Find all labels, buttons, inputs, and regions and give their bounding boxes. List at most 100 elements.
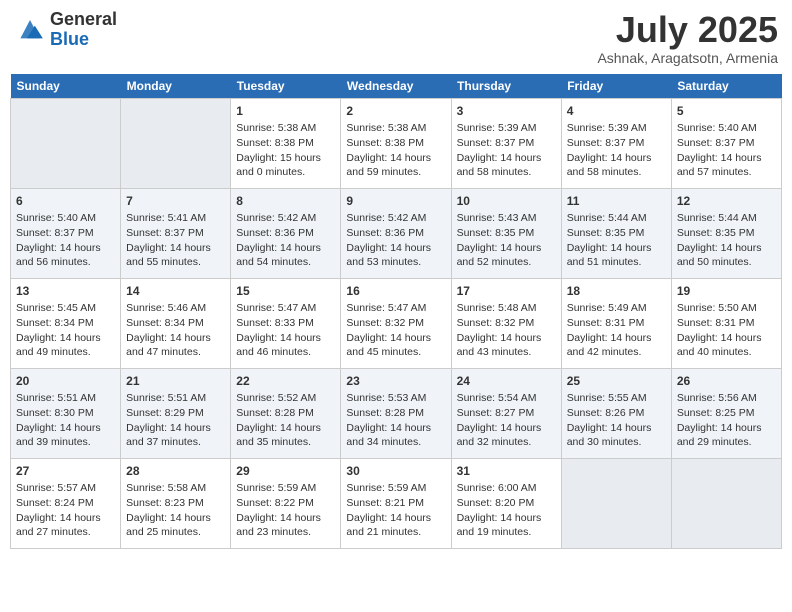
sunrise-text: Sunrise: 5:52 AM xyxy=(236,392,316,404)
day-number: 22 xyxy=(236,373,335,390)
day-number: 14 xyxy=(126,283,225,300)
calendar-cell: 18Sunrise: 5:49 AMSunset: 8:31 PMDayligh… xyxy=(561,278,671,368)
day-number: 19 xyxy=(677,283,776,300)
calendar-cell: 28Sunrise: 5:58 AMSunset: 8:23 PMDayligh… xyxy=(121,458,231,548)
daylight-text: Daylight: 14 hours and 52 minutes. xyxy=(457,242,542,269)
calendar-cell: 15Sunrise: 5:47 AMSunset: 8:33 PMDayligh… xyxy=(231,278,341,368)
calendar-cell: 21 Sunrise: 5:51 AM Sunset: 8:29 PM Dayligh… xyxy=(121,368,231,458)
calendar-cell xyxy=(671,458,781,548)
sunrise-text: Sunrise: 5:42 AM xyxy=(346,212,426,224)
daylight-text: Daylight: 14 hours and 58 minutes. xyxy=(567,152,652,179)
calendar-cell: 31Sunrise: 6:00 AMSunset: 8:20 PMDayligh… xyxy=(451,458,561,548)
day-number: 9 xyxy=(346,193,445,210)
header-monday: Monday xyxy=(121,74,231,99)
calendar-table: SundayMondayTuesdayWednesdayThursdayFrid… xyxy=(10,74,782,549)
sunrise-text: Sunrise: 5:50 AM xyxy=(677,302,757,314)
day-number: 17 xyxy=(457,283,556,300)
sunset-text: Sunset: 8:21 PM xyxy=(346,497,424,509)
day-number: 28 xyxy=(126,463,225,480)
sunrise-text: Sunrise: 5:39 AM xyxy=(567,122,647,134)
day-number: 21 xyxy=(126,373,225,390)
calendar-cell: 30 Sunrise: 5:59 AM Sunset: 8:21 PM Dayligh… xyxy=(341,458,451,548)
sunset-text: Sunset: 8:27 PM xyxy=(457,407,535,419)
sunset-text: Sunset: 8:35 PM xyxy=(567,227,645,239)
daylight-text: Daylight: 14 hours and 57 minutes. xyxy=(677,152,762,179)
daylight-text: Daylight: 14 hours and 29 minutes. xyxy=(677,422,762,449)
day-number: 27 xyxy=(16,463,115,480)
day-number: 8 xyxy=(236,193,335,210)
calendar-cell: 23Sunrise: 5:53 AMSunset: 8:28 PMDayligh… xyxy=(341,368,451,458)
sunrise-text: Sunrise: 5:49 AM xyxy=(567,302,647,314)
sunset-text: Sunset: 8:26 PM xyxy=(567,407,645,419)
day-number: 2 xyxy=(346,103,445,120)
sunset-text: Sunset: 8:38 PM xyxy=(236,137,314,149)
sunset-text: Sunset: 8:34 PM xyxy=(126,317,204,329)
sunset-text: Sunset: 8:32 PM xyxy=(346,317,424,329)
sunrise-text: Sunrise: 5:41 AM xyxy=(126,212,206,224)
calendar-cell: 5Sunrise: 5:40 AMSunset: 8:37 PMDaylight… xyxy=(671,98,781,188)
logo: General Blue xyxy=(14,10,117,50)
day-number: 6 xyxy=(16,193,115,210)
sunset-text: Sunset: 8:29 PM xyxy=(126,407,204,419)
sunrise-text: Sunrise: 5:59 AM xyxy=(236,482,316,494)
daylight-text: Daylight: 14 hours and 55 minutes. xyxy=(126,242,211,269)
calendar-week-row: 13Sunrise: 5:45 AMSunset: 8:34 PMDayligh… xyxy=(11,278,782,368)
day-number: 4 xyxy=(567,103,666,120)
page-header: General Blue July 2025 Ashnak, Aragatsot… xyxy=(10,10,782,66)
daylight-text: Daylight: 14 hours and 34 minutes. xyxy=(346,422,431,449)
day-number: 30 xyxy=(346,463,445,480)
sunset-text: Sunset: 8:35 PM xyxy=(457,227,535,239)
daylight-text: Daylight: 14 hours and 46 minutes. xyxy=(236,332,321,359)
logo-blue: Blue xyxy=(50,30,117,50)
sunset-text: Sunset: 8:34 PM xyxy=(16,317,94,329)
calendar-cell: 2Sunrise: 5:38 AMSunset: 8:38 PMDaylight… xyxy=(341,98,451,188)
sunrise-text: Sunrise: 5:59 AM xyxy=(346,482,426,494)
sunset-text: Sunset: 8:32 PM xyxy=(457,317,535,329)
daylight-text: Daylight: 14 hours and 37 minutes. xyxy=(126,422,211,449)
daylight-text: Daylight: 14 hours and 54 minutes. xyxy=(236,242,321,269)
calendar-cell: 7Sunrise: 5:41 AMSunset: 8:37 PMDaylight… xyxy=(121,188,231,278)
daylight-text: Daylight: 14 hours and 32 minutes. xyxy=(457,422,542,449)
calendar-cell: 10Sunrise: 5:43 AMSunset: 8:35 PMDayligh… xyxy=(451,188,561,278)
day-number: 13 xyxy=(16,283,115,300)
calendar-cell: 29 Sunrise: 5:59 AM Sunset: 8:22 PM Dayligh… xyxy=(231,458,341,548)
calendar-cell: 14Sunrise: 5:46 AMSunset: 8:34 PMDayligh… xyxy=(121,278,231,368)
sunset-text: Sunset: 8:37 PM xyxy=(16,227,94,239)
sunset-text: Sunset: 8:37 PM xyxy=(457,137,535,149)
daylight-text: Daylight: 14 hours and 40 minutes. xyxy=(677,332,762,359)
sunset-text: Sunset: 8:22 PM xyxy=(236,497,314,509)
daylight-text: Daylight: 14 hours and 27 minutes. xyxy=(16,512,101,539)
calendar-cell: 8Sunrise: 5:42 AMSunset: 8:36 PMDaylight… xyxy=(231,188,341,278)
logo-text: General Blue xyxy=(50,10,117,50)
calendar-cell: 6 Sunrise: 5:40 AM Sunset: 8:37 PM Daylight… xyxy=(11,188,121,278)
daylight-text: Daylight: 14 hours and 51 minutes. xyxy=(567,242,652,269)
daylight-text: Daylight: 14 hours and 19 minutes. xyxy=(457,512,542,539)
sunset-text: Sunset: 8:28 PM xyxy=(236,407,314,419)
sunrise-text: Sunrise: 5:44 AM xyxy=(677,212,757,224)
calendar-header-row: SundayMondayTuesdayWednesdayThursdayFrid… xyxy=(11,74,782,99)
calendar-cell: 4 Sunrise: 5:39 AM Sunset: 8:37 PM Daylight… xyxy=(561,98,671,188)
sunrise-text: Sunrise: 5:51 AM xyxy=(126,392,206,404)
calendar-cell: 1Sunrise: 5:38 AMSunset: 8:38 PMDaylight… xyxy=(231,98,341,188)
daylight-text: Daylight: 14 hours and 56 minutes. xyxy=(16,242,101,269)
daylight-text: Daylight: 14 hours and 21 minutes. xyxy=(346,512,431,539)
calendar-week-row: 1Sunrise: 5:38 AMSunset: 8:38 PMDaylight… xyxy=(11,98,782,188)
calendar-week-row: 20Sunrise: 5:51 AMSunset: 8:30 PMDayligh… xyxy=(11,368,782,458)
sunrise-text: Sunrise: 6:00 AM xyxy=(457,482,537,494)
header-thursday: Thursday xyxy=(451,74,561,99)
sunrise-text: Sunrise: 5:39 AM xyxy=(457,122,537,134)
daylight-text: Daylight: 14 hours and 23 minutes. xyxy=(236,512,321,539)
day-number: 11 xyxy=(567,193,666,210)
calendar-cell: 12Sunrise: 5:44 AMSunset: 8:35 PMDayligh… xyxy=(671,188,781,278)
day-number: 31 xyxy=(457,463,556,480)
sunset-text: Sunset: 8:37 PM xyxy=(567,137,645,149)
sunrise-text: Sunrise: 5:43 AM xyxy=(457,212,537,224)
sunset-text: Sunset: 8:38 PM xyxy=(346,137,424,149)
sunrise-text: Sunrise: 5:58 AM xyxy=(126,482,206,494)
calendar-cell: 25Sunrise: 5:55 AMSunset: 8:26 PMDayligh… xyxy=(561,368,671,458)
sunset-text: Sunset: 8:31 PM xyxy=(567,317,645,329)
sunrise-text: Sunrise: 5:40 AM xyxy=(16,212,96,224)
day-number: 29 xyxy=(236,463,335,480)
day-number: 7 xyxy=(126,193,225,210)
day-number: 3 xyxy=(457,103,556,120)
